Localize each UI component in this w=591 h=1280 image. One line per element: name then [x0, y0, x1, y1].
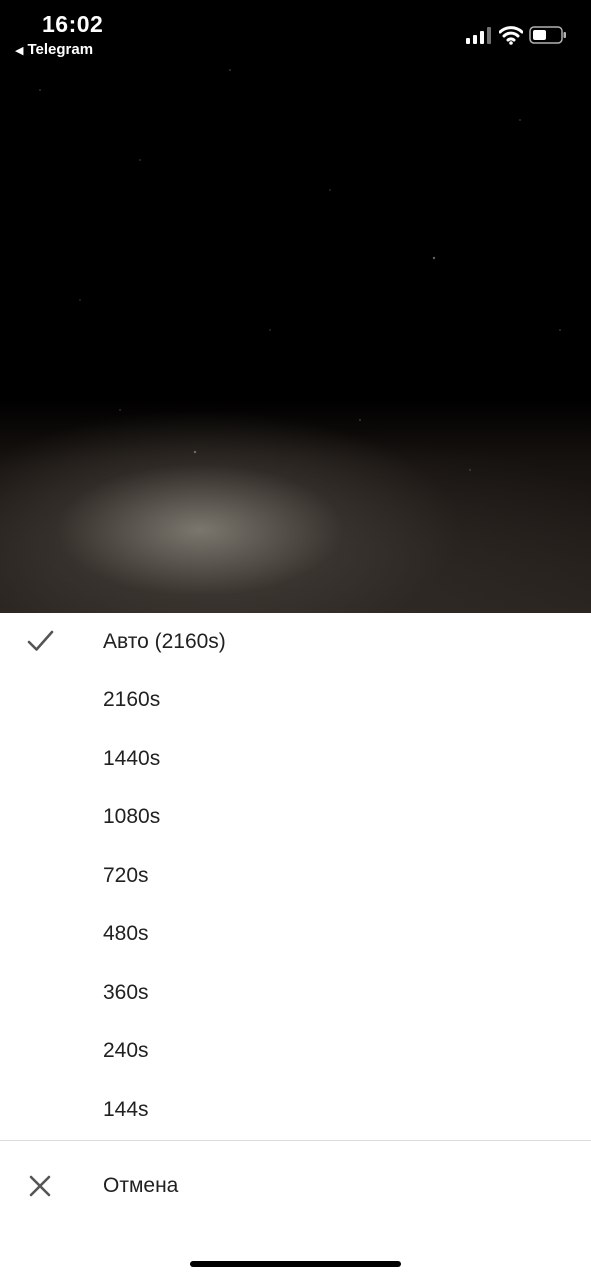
status-time: 16:02 [42, 11, 104, 37]
checkmark-icon [27, 630, 54, 651]
quality-option-label: 480s [103, 922, 149, 945]
quality-option-1440s[interactable]: 1440s [0, 730, 591, 788]
video-frame [0, 0, 591, 613]
back-to-app-button[interactable]: ◀ Telegram [15, 41, 93, 58]
status-bar: 16:02 ◀ Telegram [0, 0, 591, 70]
close-icon [29, 1175, 51, 1197]
battery-icon [529, 26, 566, 44]
quality-option-144s[interactable]: 144s [0, 1081, 591, 1139]
quality-menu-sheet: Авто (2160s) 2160s 1440s 1080s 720s 480s… [0, 613, 591, 1280]
quality-option-auto[interactable]: Авто (2160s) [0, 613, 591, 671]
quality-option-label: 1440s [103, 747, 161, 770]
quality-option-label: 360s [103, 981, 149, 1004]
quality-option-360s[interactable]: 360s [0, 964, 591, 1022]
back-arrow-icon: ◀ [15, 45, 24, 57]
home-indicator[interactable] [190, 1261, 401, 1267]
cancel-label: Отмена [103, 1174, 179, 1197]
quality-option-label: 144s [103, 1098, 149, 1121]
quality-option-label: 2160s [103, 688, 161, 711]
back-app-label: Telegram [27, 41, 94, 58]
quality-option-240s[interactable]: 240s [0, 1022, 591, 1080]
wifi-icon [499, 26, 523, 45]
quality-option-label: 1080s [103, 805, 161, 828]
quality-option-1080s[interactable]: 1080s [0, 788, 591, 846]
quality-option-label: 240s [103, 1039, 149, 1062]
quality-option-label: Авто (2160s) [103, 630, 226, 653]
cancel-button[interactable]: Отмена [0, 1158, 591, 1214]
quality-option-label: 720s [103, 864, 149, 887]
cellular-signal-icon [466, 27, 491, 44]
menu-divider [0, 1140, 591, 1141]
video-player[interactable] [0, 0, 591, 613]
quality-option-480s[interactable]: 480s [0, 905, 591, 963]
quality-option-2160s[interactable]: 2160s [0, 671, 591, 729]
quality-option-720s[interactable]: 720s [0, 847, 591, 905]
